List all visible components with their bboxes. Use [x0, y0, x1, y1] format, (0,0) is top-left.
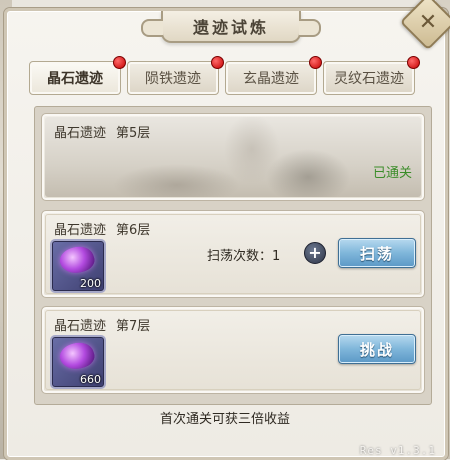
purple-crystal-icon [56, 242, 98, 278]
tab-crystal-ruins[interactable]: 晶石遗迹 [29, 56, 126, 95]
tab-dark-crystal-ruins[interactable]: 玄晶遗迹 [225, 56, 322, 95]
level-card-floor-5: 晶石遗迹 第5层 已通关 [41, 113, 425, 201]
level-list[interactable]: 晶石遗迹 第5层 已通关 晶石遗迹 第6层 200 扫荡次数：1 + 扫荡 晶石遗 [34, 106, 432, 405]
level-title: 晶石遗迹 第6层 [54, 219, 150, 238]
reward-item-slot[interactable]: 200 [50, 239, 106, 293]
sweep-button-label: 扫荡 [359, 244, 394, 263]
tab-label: 玄晶遗迹 [243, 71, 299, 87]
level-card-floor-7: 晶石遗迹 第7层 660 挑战 [41, 306, 425, 394]
panel-title: 遗迹试炼 [141, 11, 321, 43]
level-floor: 第7层 [116, 319, 151, 334]
sweep-count-label: 扫荡次数：1 [207, 249, 281, 264]
trial-panel: 遗迹试炼 晶石遗迹 陨铁遗迹 玄晶遗迹 灵纹石遗迹 晶石遗迹 第5层 已通关 晶… [4, 8, 448, 460]
tab-label: 灵纹石遗迹 [334, 71, 404, 87]
first-clear-bonus-note: 首次通关可获三倍收益 [159, 412, 290, 427]
tab-rune-stone-ruins[interactable]: 灵纹石遗迹 [323, 56, 420, 95]
level-floor: 第5层 [116, 126, 151, 141]
cleared-status: 已通关 [372, 166, 412, 181]
version-label: Res v1.3.1 [359, 444, 436, 457]
level-title: 晶石遗迹 第7层 [54, 315, 150, 334]
close-icon: ✕ [418, 9, 438, 35]
red-dot-badge [113, 56, 126, 69]
tab-label: 晶石遗迹 [47, 71, 103, 87]
level-floor: 第6层 [116, 223, 151, 238]
tab-bar: 晶石遗迹 陨铁遗迹 玄晶遗迹 灵纹石遗迹 [29, 56, 424, 95]
challenge-button-label: 挑战 [359, 340, 394, 359]
red-dot-badge [211, 56, 224, 69]
level-name: 晶石遗迹 [54, 319, 107, 334]
tab-meteorite-ruins[interactable]: 陨铁遗迹 [127, 56, 224, 95]
purple-crystal-icon [56, 338, 98, 374]
reward-quantity: 200 [80, 277, 101, 290]
level-name: 晶石遗迹 [54, 223, 107, 238]
reward-quantity: 660 [80, 373, 101, 386]
add-sweep-button[interactable]: + [304, 242, 326, 264]
level-name: 晶石遗迹 [54, 126, 107, 141]
level-title: 晶石遗迹 第5层 [54, 122, 150, 141]
level-card-floor-6: 晶石遗迹 第6层 200 扫荡次数：1 + 扫荡 [41, 210, 425, 298]
red-dot-badge [407, 56, 420, 69]
sweep-button[interactable]: 扫荡 [338, 238, 416, 268]
challenge-button[interactable]: 挑战 [338, 334, 416, 364]
tab-label: 陨铁遗迹 [145, 71, 201, 87]
red-dot-badge [309, 56, 322, 69]
reward-item-slot[interactable]: 660 [50, 335, 106, 389]
